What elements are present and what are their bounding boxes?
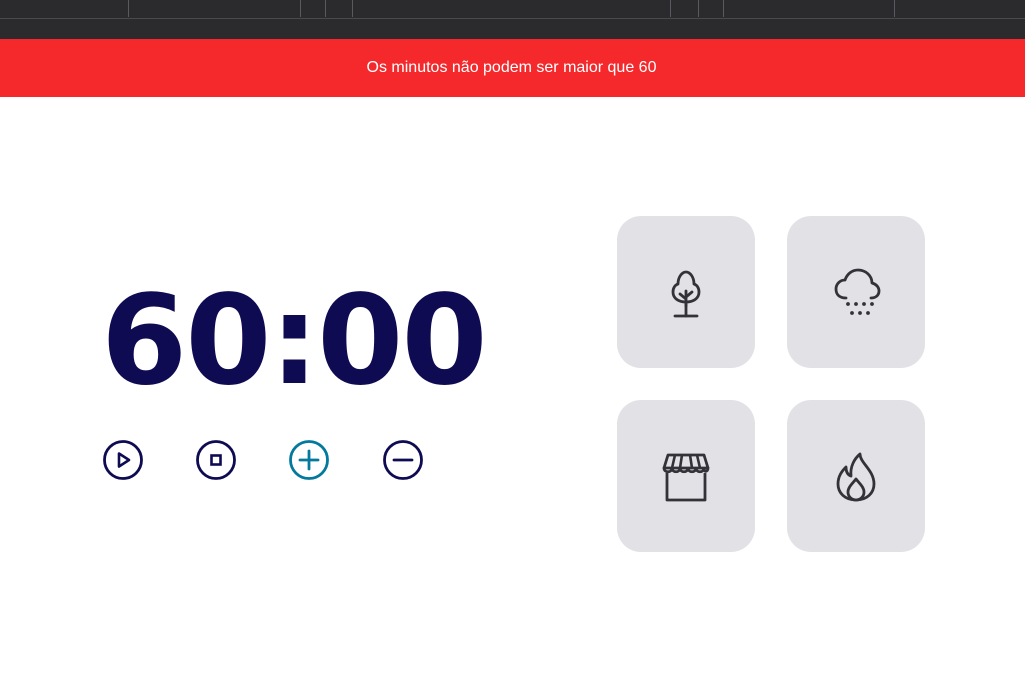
stop-icon	[196, 440, 236, 480]
bookmarks-strip	[0, 0, 1025, 19]
plus-icon	[289, 440, 329, 480]
minus-icon	[383, 440, 423, 480]
error-alert-message: Os minutos não podem ser maior que 60	[366, 59, 657, 76]
cloud-rain-icon	[834, 268, 881, 315]
timer-separator: :	[269, 269, 320, 413]
divider	[698, 0, 699, 17]
flame-icon	[836, 452, 876, 502]
timer-minutes: 60	[101, 269, 272, 413]
coffee-shop-sound-card[interactable]	[617, 400, 755, 552]
divider	[352, 0, 353, 17]
increase-button[interactable]	[288, 439, 330, 481]
play-button[interactable]	[102, 439, 144, 481]
divider	[723, 0, 724, 17]
error-alert: Os minutos não podem ser maior que 60	[0, 39, 1025, 97]
timer-controls	[102, 439, 426, 481]
browser-toolbar	[0, 0, 1025, 39]
stop-button[interactable]	[195, 439, 237, 481]
divider	[894, 0, 895, 17]
timer-display: 60:00	[101, 276, 488, 406]
divider	[670, 0, 671, 17]
divider	[128, 0, 129, 17]
sound-cards-grid	[617, 216, 925, 552]
decrease-button[interactable]	[382, 439, 424, 481]
divider	[300, 0, 301, 17]
fireplace-sound-card[interactable]	[787, 400, 925, 552]
forest-sound-card[interactable]	[617, 216, 755, 368]
tree-icon	[671, 270, 701, 318]
rain-sound-card[interactable]	[787, 216, 925, 368]
play-icon	[103, 440, 143, 480]
timer-seconds: 00	[317, 269, 488, 413]
storefront-icon	[662, 453, 710, 502]
divider	[325, 0, 326, 17]
